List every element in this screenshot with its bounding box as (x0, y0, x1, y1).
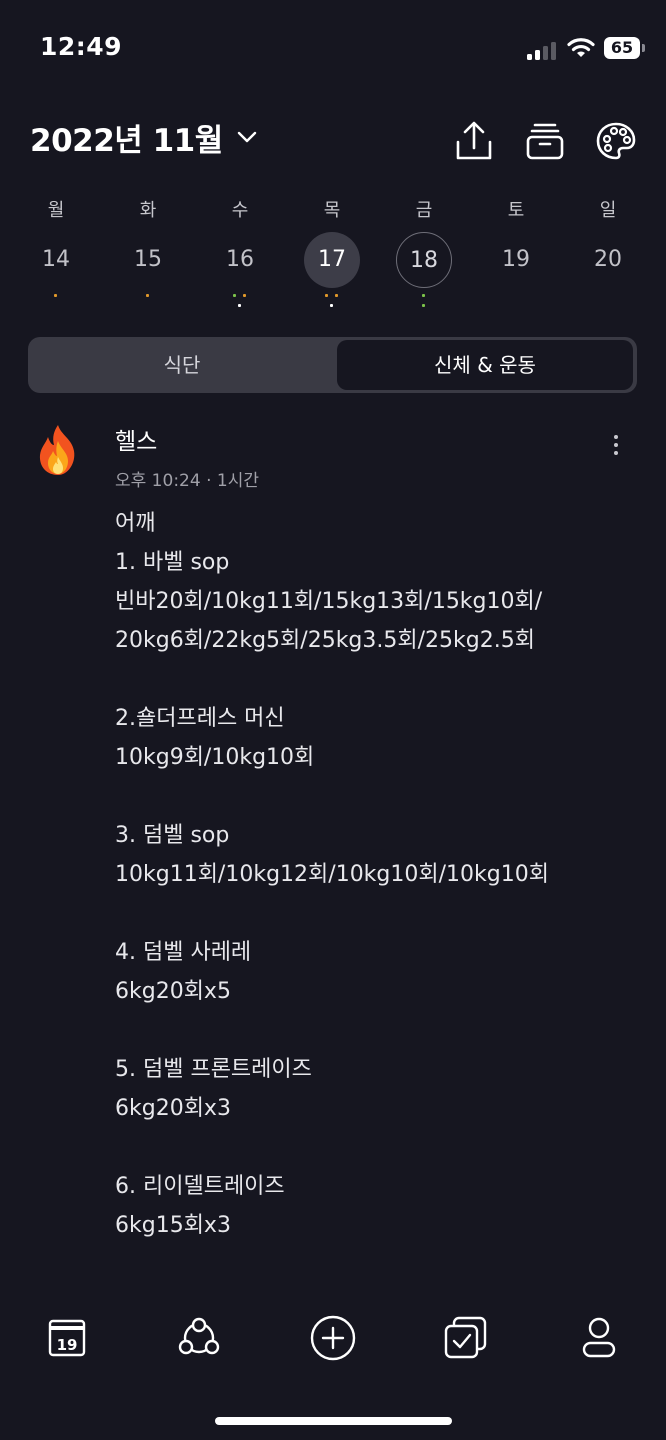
activity-dot (243, 294, 246, 297)
archive-icon[interactable] (521, 118, 569, 166)
calendar-icon[interactable]: 19 (39, 1310, 95, 1366)
day-number-selected: 17 (304, 232, 360, 288)
add-entry-icon[interactable] (305, 1310, 361, 1366)
day-16[interactable]: 수 16 (194, 190, 286, 310)
entry-line: 10kg11회/10kg12회/10kg10회/10kg10회 (115, 862, 549, 887)
day-number: 19 (502, 247, 530, 272)
weekday-label: 화 (139, 200, 157, 221)
entry-line: 1. 바벨 sop (115, 550, 230, 575)
weekday-label: 금 (415, 200, 433, 221)
entry-line: 5. 덤벨 프론트레이즈 (115, 1057, 312, 1082)
month-selector[interactable]: 2022년 11월 (30, 112, 257, 162)
day-number: 14 (42, 247, 70, 272)
chevron-down-icon (237, 131, 256, 143)
entry-line (115, 660, 645, 699)
entry-line (115, 1128, 645, 1167)
entry-line (115, 1011, 645, 1050)
activity-dot (330, 304, 333, 307)
entry-line: 2.숄더프레스 머신 (115, 706, 285, 731)
activity-dots (378, 292, 470, 310)
share-icon[interactable] (450, 118, 498, 166)
entry-meta: 오후 10:24 · 1시간 (115, 471, 259, 491)
entry-body: 어깨 1. 바벨 sop 빈바20회/10kg11회/15kg13회/15kg1… (115, 504, 645, 1290)
activity-dots (194, 292, 286, 310)
status-bar: 12:49 65 (0, 0, 666, 96)
activity-dot (325, 294, 328, 297)
entry-line: 6kg15회x3 (115, 1213, 231, 1238)
day-number-today: 18 (396, 232, 452, 288)
activity-dot (422, 294, 425, 297)
entry-line: 4. 덤벨 사레레 (115, 940, 252, 965)
entry-line: 6kg20회x5 (115, 979, 231, 1004)
checklist-icon[interactable] (437, 1310, 493, 1366)
cellular-signal-icon (527, 40, 561, 60)
activity-dots (286, 292, 378, 310)
entry-line: 10kg9회/10kg10회 (115, 745, 315, 770)
tab-body-exercise[interactable]: 신체 & 운동 (337, 340, 633, 390)
week-strip: 월 14 화 15 수 16 목 17 금 18 토 19 일 20 (10, 190, 656, 310)
entry-line: 3. 덤벨 sop (115, 823, 230, 848)
weekday-label: 월 (47, 200, 65, 221)
weekday-label: 토 (507, 200, 525, 221)
activity-dot (54, 294, 57, 297)
activity-dots (102, 292, 194, 310)
entry-line (115, 894, 645, 933)
activity-dot (335, 294, 338, 297)
activity-dot (422, 304, 425, 307)
month-title: 2022년 11월 (30, 122, 223, 159)
entry-line: 20kg6회/22kg5회/25kg3.5회/25kg2.5회 (115, 628, 535, 653)
day-18[interactable]: 금 18 (378, 190, 470, 310)
entry-line: 6kg20회x3 (115, 1096, 231, 1121)
activity-dot (233, 294, 236, 297)
battery-level: 65 (604, 37, 640, 59)
day-19[interactable]: 토 19 (470, 190, 562, 310)
status-time: 12:49 (40, 32, 123, 61)
day-15[interactable]: 화 15 (102, 190, 194, 310)
community-icon[interactable] (171, 1310, 227, 1366)
weekday-label: 수 (231, 200, 249, 221)
day-20[interactable]: 일 20 (562, 190, 654, 310)
day-number: 20 (594, 247, 622, 272)
profile-icon[interactable] (571, 1310, 627, 1366)
wifi-icon (567, 38, 595, 57)
fire-icon (39, 425, 75, 475)
entry-line: 빈바20회/10kg11회/15kg13회/15kg10회/ (115, 589, 543, 614)
home-indicator (215, 1417, 452, 1425)
entry-title: 헬스 (115, 429, 158, 455)
activity-dots (10, 292, 102, 310)
day-17[interactable]: 목 17 (286, 190, 378, 310)
palette-icon[interactable] (592, 118, 640, 166)
tab-diet[interactable]: 식단 (31, 340, 333, 390)
activity-dot (146, 294, 149, 297)
day-14[interactable]: 월 14 (10, 190, 102, 310)
day-number: 15 (134, 247, 162, 272)
calendar-date: 19 (57, 1336, 78, 1354)
activity-dot (238, 304, 241, 307)
weekday-label: 목 (323, 200, 341, 221)
entry-line (115, 777, 645, 816)
category-tabs: 식단 신체 & 운동 (28, 337, 637, 393)
day-number: 16 (226, 247, 254, 272)
weekday-label: 일 (599, 200, 617, 221)
entry-line: 어깨 (115, 511, 156, 536)
battery-cap (642, 44, 645, 52)
more-options-icon[interactable] (602, 430, 630, 460)
entry-line: 6. 리이델트레이즈 (115, 1174, 285, 1199)
